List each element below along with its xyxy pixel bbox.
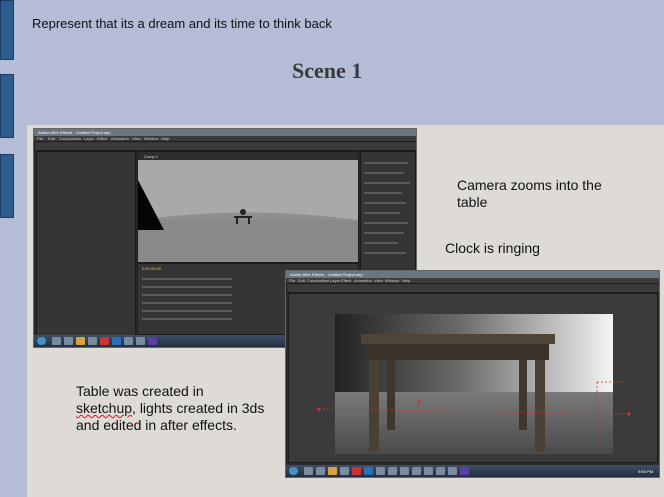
toolbar-panel [34, 141, 416, 151]
taskbar-clock: 9:55 PM [638, 469, 653, 474]
taskbar-app-icon[interactable] [76, 337, 85, 345]
comp-tab[interactable]: Comp 1 [144, 154, 158, 159]
side-tab-3 [0, 154, 14, 218]
clock-note: Clock is ringing [445, 240, 540, 256]
table-note-text: Table was created in [76, 383, 204, 399]
composition-viewer: Comp 1 [137, 151, 359, 263]
window-title: Adobe After Effects - Untitled Project.a… [38, 130, 111, 135]
timecode: 0:00:00:00 [142, 266, 161, 271]
taskbar-app-icon[interactable] [316, 467, 325, 475]
sketchup-word: sketchup [76, 400, 133, 416]
start-button-icon[interactable] [37, 337, 46, 345]
window-titlebar: Adobe After Effects - Untitled Project.a… [34, 129, 416, 136]
effects-panel [360, 151, 416, 273]
taskbar-app-icon[interactable] [340, 467, 349, 475]
side-tab-2 [0, 74, 14, 138]
windows-taskbar: 9:55 PM [286, 465, 659, 477]
taskbar-app-icon[interactable] [124, 337, 133, 345]
taskbar-app-icon[interactable] [412, 467, 421, 475]
start-button-icon[interactable] [289, 467, 298, 475]
taskbar-app-icon[interactable] [364, 467, 373, 475]
taskbar-app-icon[interactable] [52, 337, 61, 345]
taskbar-app-icon[interactable] [424, 467, 433, 475]
window-titlebar: Adobe After Effects - Untitled Project.a… [286, 271, 659, 278]
window-title: Adobe After Effects - Untitled Project.a… [290, 272, 363, 277]
viewer-panel [288, 293, 658, 463]
taskbar-app-icon[interactable] [388, 467, 397, 475]
taskbar-app-icon[interactable] [304, 467, 313, 475]
table-render [317, 314, 631, 454]
taskbar-app-icon[interactable] [136, 337, 145, 345]
taskbar-app-icon[interactable] [88, 337, 97, 345]
taskbar-app-icon[interactable] [148, 337, 157, 345]
toolbar-panel [286, 283, 659, 293]
table-note: Table was created in sketchup, lights cr… [76, 383, 266, 434]
taskbar-app-icon[interactable] [328, 467, 337, 475]
taskbar-app-icon[interactable] [376, 467, 385, 475]
taskbar-app-icon[interactable] [436, 467, 445, 475]
taskbar-app-icon[interactable] [112, 337, 121, 345]
comp-scene [138, 160, 358, 262]
taskbar-app-icon[interactable] [64, 337, 73, 345]
side-tab-1 [0, 0, 14, 60]
camera-note: Camera zooms into the table [457, 177, 602, 210]
taskbar-app-icon[interactable] [352, 467, 361, 475]
taskbar-app-icon[interactable] [100, 337, 109, 345]
taskbar-app-icon[interactable] [460, 467, 469, 475]
project-panel [36, 151, 136, 343]
screenshot-after-effects-table: Adobe After Effects - Untitled Project.a… [285, 270, 660, 478]
taskbar-app-icon[interactable] [400, 467, 409, 475]
slide-title: Scene 1 [292, 58, 363, 83]
taskbar-app-icon[interactable] [448, 467, 457, 475]
instruction-text: Represent that its a dream and its time … [32, 16, 332, 31]
